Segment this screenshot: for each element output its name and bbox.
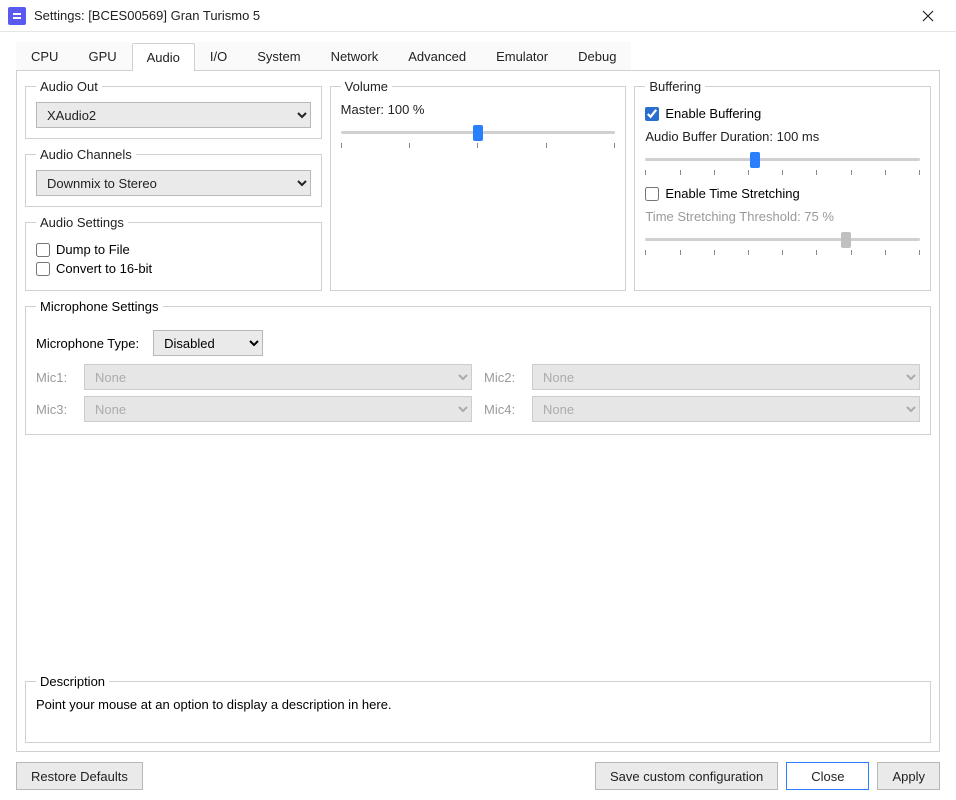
convert-16bit-checkbox[interactable]: Convert to 16-bit bbox=[36, 261, 311, 276]
audio-settings-legend: Audio Settings bbox=[36, 215, 128, 230]
convert-16bit-input[interactable] bbox=[36, 262, 50, 276]
mic3-select: None bbox=[84, 396, 472, 422]
footer-bar: Restore Defaults Save custom configurati… bbox=[0, 752, 956, 800]
mic1-label: Mic1: bbox=[36, 370, 72, 385]
middle-column: Volume Master: 100 % bbox=[330, 79, 627, 291]
enable-time-stretch-input[interactable] bbox=[645, 187, 659, 201]
window-title: Settings: [BCES00569] Gran Turismo 5 bbox=[34, 8, 908, 23]
audio-out-group: Audio Out XAudio2 bbox=[25, 79, 322, 139]
tab-debug[interactable]: Debug bbox=[563, 42, 631, 70]
audio-out-legend: Audio Out bbox=[36, 79, 102, 94]
convert-16bit-label: Convert to 16-bit bbox=[56, 261, 152, 276]
volume-legend: Volume bbox=[341, 79, 392, 94]
mic2-label: Mic2: bbox=[484, 370, 520, 385]
apply-button[interactable]: Apply bbox=[877, 762, 940, 790]
master-volume-slider[interactable] bbox=[341, 123, 616, 153]
mic4-select: None bbox=[532, 396, 920, 422]
slider-thumb bbox=[841, 232, 851, 248]
enable-buffering-input[interactable] bbox=[645, 107, 659, 121]
mic3-label: Mic3: bbox=[36, 402, 72, 417]
slider-ticks bbox=[645, 170, 920, 175]
content-area: CPU GPU Audio I/O System Network Advance… bbox=[0, 32, 956, 752]
slider-ticks bbox=[645, 250, 920, 255]
slider-track bbox=[645, 238, 920, 241]
tab-advanced[interactable]: Advanced bbox=[393, 42, 481, 70]
enable-time-stretch-label: Enable Time Stretching bbox=[665, 186, 799, 201]
description-group: Description Point your mouse at an optio… bbox=[25, 674, 931, 743]
dump-to-file-checkbox[interactable]: Dump to File bbox=[36, 242, 311, 257]
audio-channels-select[interactable]: Downmix to Stereo bbox=[36, 170, 311, 196]
tab-cpu[interactable]: CPU bbox=[16, 42, 73, 70]
buffering-group: Buffering Enable Buffering Audio Buffer … bbox=[634, 79, 931, 291]
master-volume-label: Master: 100 % bbox=[341, 102, 616, 117]
description-legend: Description bbox=[36, 674, 109, 689]
save-custom-config-button[interactable]: Save custom configuration bbox=[595, 762, 778, 790]
slider-ticks bbox=[341, 143, 616, 148]
enable-buffering-label: Enable Buffering bbox=[665, 106, 761, 121]
tab-gpu[interactable]: GPU bbox=[73, 42, 131, 70]
buffering-legend: Buffering bbox=[645, 79, 705, 94]
tab-panel-audio: Audio Out XAudio2 Audio Channels Downmix… bbox=[16, 71, 940, 752]
microphone-group: Microphone Settings Microphone Type: Dis… bbox=[25, 299, 931, 435]
slider-track bbox=[645, 158, 920, 161]
tab-bar: CPU GPU Audio I/O System Network Advance… bbox=[16, 42, 940, 71]
left-column: Audio Out XAudio2 Audio Channels Downmix… bbox=[25, 79, 322, 291]
close-button[interactable]: Close bbox=[786, 762, 869, 790]
enable-buffering-checkbox[interactable]: Enable Buffering bbox=[645, 106, 920, 121]
mic1-select: None bbox=[84, 364, 472, 390]
tab-system[interactable]: System bbox=[242, 42, 315, 70]
restore-defaults-button[interactable]: Restore Defaults bbox=[16, 762, 143, 790]
tab-audio[interactable]: Audio bbox=[132, 43, 195, 71]
right-column: Buffering Enable Buffering Audio Buffer … bbox=[634, 79, 931, 291]
audio-out-select[interactable]: XAudio2 bbox=[36, 102, 311, 128]
titlebar: Settings: [BCES00569] Gran Turismo 5 bbox=[0, 0, 956, 32]
buffer-duration-label: Audio Buffer Duration: 100 ms bbox=[645, 129, 920, 144]
audio-settings-group: Audio Settings Dump to File Convert to 1… bbox=[25, 215, 322, 291]
time-stretch-threshold-slider bbox=[645, 230, 920, 260]
close-icon[interactable] bbox=[908, 0, 948, 32]
microphone-legend: Microphone Settings bbox=[36, 299, 163, 314]
dump-to-file-label: Dump to File bbox=[56, 242, 130, 257]
mic-type-label: Microphone Type: bbox=[36, 336, 139, 351]
tab-network[interactable]: Network bbox=[316, 42, 394, 70]
app-icon bbox=[8, 7, 26, 25]
volume-group: Volume Master: 100 % bbox=[330, 79, 627, 291]
tab-emulator[interactable]: Emulator bbox=[481, 42, 563, 70]
audio-channels-group: Audio Channels Downmix to Stereo bbox=[25, 147, 322, 207]
buffer-duration-slider[interactable] bbox=[645, 150, 920, 180]
mic-type-select[interactable]: Disabled bbox=[153, 330, 263, 356]
slider-thumb[interactable] bbox=[473, 125, 483, 141]
dump-to-file-input[interactable] bbox=[36, 243, 50, 257]
enable-time-stretch-checkbox[interactable]: Enable Time Stretching bbox=[645, 186, 920, 201]
slider-thumb[interactable] bbox=[750, 152, 760, 168]
time-stretch-threshold-label: Time Stretching Threshold: 75 % bbox=[645, 209, 920, 224]
audio-channels-legend: Audio Channels bbox=[36, 147, 136, 162]
mic4-label: Mic4: bbox=[484, 402, 520, 417]
tab-io[interactable]: I/O bbox=[195, 42, 242, 70]
description-text: Point your mouse at an option to display… bbox=[36, 697, 920, 712]
mic2-select: None bbox=[532, 364, 920, 390]
